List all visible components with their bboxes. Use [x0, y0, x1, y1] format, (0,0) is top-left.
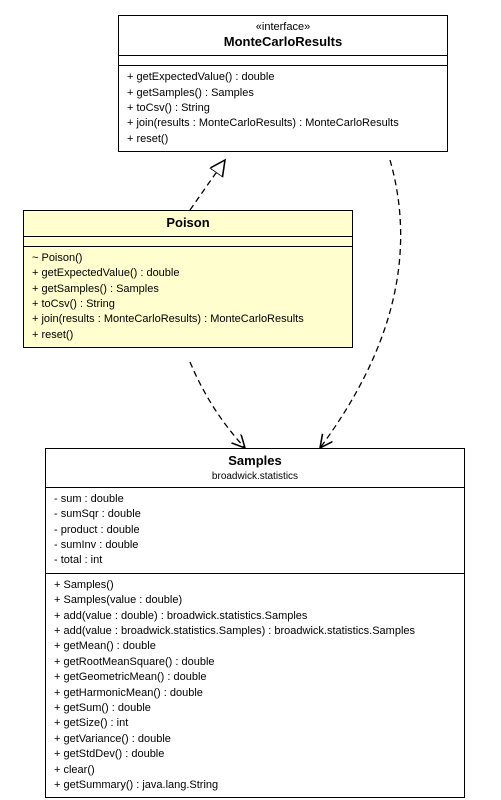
operation: + add(value : broadwick.statistics.Sampl… [54, 624, 456, 639]
operation: + getSum() : double [54, 701, 456, 716]
class-header: Poison [24, 211, 352, 237]
attribute: - sumSqr : double [54, 507, 456, 522]
operation: + getGeometricMean() : double [54, 670, 456, 685]
operation: + getSummary() : java.lang.String [54, 778, 456, 793]
class-name: Samples [54, 453, 456, 470]
class-montecarloresults: «interface» MonteCarloResults + getExpec… [118, 15, 448, 152]
operation: + clear() [54, 763, 456, 778]
class-poison: Poison ~ Poison() + getExpectedValue() :… [23, 210, 353, 348]
package-name: broadwick.statistics [54, 470, 456, 483]
operation: + Samples() [54, 578, 456, 593]
operation: + Samples(value : double) [54, 593, 456, 608]
operation: + getExpectedValue() : double [32, 266, 344, 281]
operations-compartment: ~ Poison() + getExpectedValue() : double… [24, 247, 352, 347]
operation: + reset() [127, 132, 439, 147]
class-name: Poison [32, 215, 344, 232]
operation: + getSamples() : Samples [127, 86, 439, 101]
operation: + getSamples() : Samples [32, 282, 344, 297]
operations-compartment: + Samples() + Samples(value : double) + … [46, 574, 464, 797]
class-samples: Samples broadwick.statistics - sum : dou… [45, 448, 465, 798]
operation: + getVariance() : double [54, 732, 456, 747]
class-header: Samples broadwick.statistics [46, 449, 464, 488]
attributes-compartment: - sum : double - sumSqr : double - produ… [46, 488, 464, 574]
operations-compartment: + getExpectedValue() : double + getSampl… [119, 66, 447, 151]
attribute: - product : double [54, 523, 456, 538]
operation: + join(results : MonteCarloResults) : Mo… [127, 116, 439, 131]
operation: + add(value : double) : broadwick.statis… [54, 609, 456, 624]
operation: + getSize() : int [54, 716, 456, 731]
class-name: MonteCarloResults [127, 34, 439, 51]
attributes-compartment [24, 237, 352, 247]
operation: ~ Poison() [32, 251, 344, 266]
attribute: - sumInv : double [54, 538, 456, 553]
operation: + getMean() : double [54, 639, 456, 654]
operation: + toCsv() : String [32, 297, 344, 312]
operation: + getHarmonicMean() : double [54, 686, 456, 701]
operation: + getRootMeanSquare() : double [54, 655, 456, 670]
attribute: - sum : double [54, 492, 456, 507]
operation: + getExpectedValue() : double [127, 70, 439, 85]
attributes-compartment [119, 56, 447, 66]
operation: + toCsv() : String [127, 101, 439, 116]
stereotype-label: «interface» [127, 20, 439, 34]
operation: + reset() [32, 328, 344, 343]
class-header: «interface» MonteCarloResults [119, 16, 447, 56]
operation: + getStdDev() : double [54, 747, 456, 762]
attribute: - total : int [54, 553, 456, 568]
operation: + join(results : MonteCarloResults) : Mo… [32, 312, 344, 327]
